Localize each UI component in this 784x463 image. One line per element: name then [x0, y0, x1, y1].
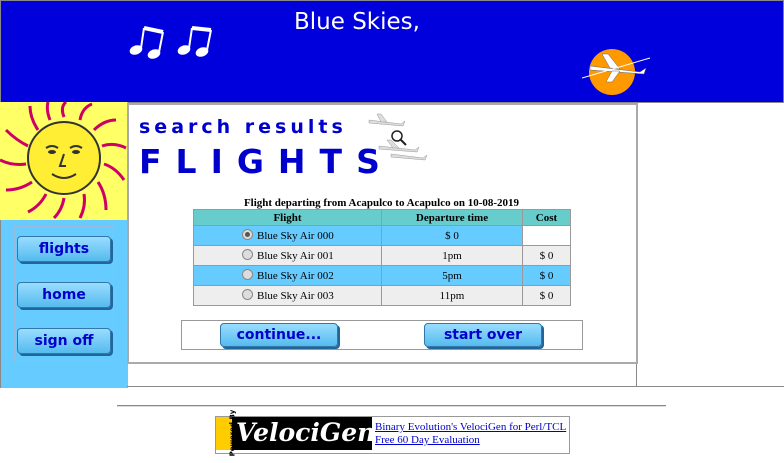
flight-cell: Blue Sky Air 003: [193, 285, 382, 306]
flight-radio[interactable]: [242, 249, 253, 260]
sign-off-button[interactable]: sign off: [17, 328, 111, 354]
start-over-button[interactable]: start over: [424, 323, 542, 347]
powered-by-badge: Powered By: [216, 410, 236, 456]
departure-cell: $ 0: [381, 225, 523, 246]
cost-cell: [522, 225, 571, 246]
flight-cell: Blue Sky Air 001: [193, 245, 382, 266]
flight-caption: Flight departing from Acapulco to Acapul…: [243, 197, 520, 209]
site-title: Blue Skies,: [294, 9, 420, 35]
flight-name: Blue Sky Air 001: [257, 250, 334, 262]
velocigen-link[interactable]: Binary Evolution's VelociGen for Perl/TC…: [375, 421, 566, 433]
cost-cell: $ 0: [522, 245, 571, 266]
right-panel: [636, 102, 784, 387]
flight-cell: Blue Sky Air 000: [193, 225, 382, 246]
flight-radio[interactable]: [242, 229, 253, 240]
home-button[interactable]: home: [17, 282, 111, 308]
column-header-departure: Departure time: [381, 209, 523, 226]
table-row: Blue Sky Air 000 $ 0: [193, 225, 571, 246]
flight-radio[interactable]: [242, 289, 253, 300]
header-banner: Blue Skies,: [0, 0, 784, 103]
music-notes-icon: [129, 26, 212, 59]
page-subtitle: search results: [139, 116, 347, 138]
sun-face-icon: [0, 100, 127, 220]
velocigen-logo[interactable]: Powered By VelociGen!: [216, 410, 386, 456]
evaluation-link[interactable]: Free 60 Day Evaluation: [375, 434, 480, 446]
flight-name: Blue Sky Air 003: [257, 290, 334, 302]
departure-cell: 11pm: [381, 285, 523, 306]
column-header-cost: Cost: [522, 209, 571, 226]
flight-name: Blue Sky Air 000: [257, 230, 334, 242]
table-row: Blue Sky Air 001 1pm $ 0: [193, 245, 571, 266]
table-row: Blue Sky Air 002 5pm $ 0: [193, 265, 571, 286]
column-header-flight: Flight: [193, 209, 382, 226]
flights-table: Flight Departure time Cost Blue Sky Air …: [193, 209, 571, 306]
departure-cell: 5pm: [381, 265, 523, 286]
cost-cell: $ 0: [522, 285, 571, 306]
sun-face-logo: [0, 100, 127, 220]
sidebar-bottom-divider: [127, 386, 637, 387]
page-title: FLIGHTS: [139, 142, 394, 181]
horizontal-rule: [117, 405, 666, 407]
cost-cell: $ 0: [522, 265, 571, 286]
planes-magnifier-icon: [368, 113, 428, 161]
flight-cell: Blue Sky Air 002: [193, 265, 382, 286]
flight-name: Blue Sky Air 002: [257, 270, 334, 282]
velocigen-logo-text: VelociGen!: [236, 418, 387, 447]
flight-radio[interactable]: [242, 269, 253, 280]
table-row: Blue Sky Air 003 11pm $ 0: [193, 285, 571, 306]
flights-button[interactable]: flights: [17, 236, 111, 262]
departure-cell: 1pm: [381, 245, 523, 266]
plane-sun-logo-icon: [582, 49, 651, 95]
continue-button[interactable]: continue...: [220, 323, 338, 347]
